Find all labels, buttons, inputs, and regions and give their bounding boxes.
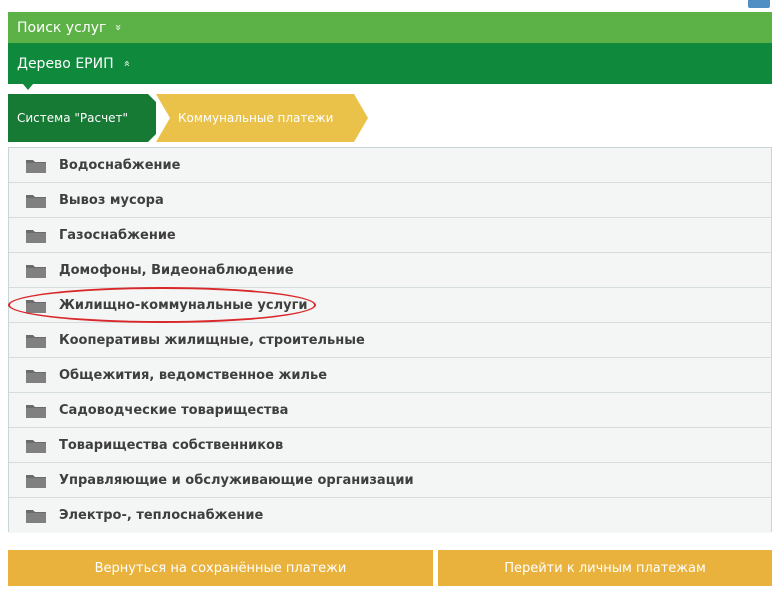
erip-tree-label: Дерево ЕРИП (17, 55, 114, 72)
search-services-toggle[interactable]: Поиск услуг » (8, 12, 772, 43)
list-item-label: Кооперативы жилищные, строительные (59, 333, 365, 348)
list-item-label: Садоводческие товарищества (59, 403, 289, 418)
breadcrumb-item-system[interactable]: Система "Расчет" (8, 94, 148, 142)
list-item-label: Электро-, теплоснабжение (59, 508, 264, 523)
list-item-label: Вывоз мусора (59, 193, 164, 208)
list-item[interactable]: Управляющие и обслуживающие организации (9, 463, 771, 498)
saved-payments-button[interactable]: Вернуться на сохранённые платежи (8, 550, 433, 586)
folder-icon (26, 300, 46, 313)
list-item-label: Водоснабжение (59, 158, 181, 173)
folder-icon (26, 230, 46, 243)
breadcrumb: Система "Расчет" Коммунальные платежи (8, 94, 772, 142)
list-item-label: Жилищно-коммунальные услуги (59, 298, 308, 313)
folder-icon (26, 370, 46, 383)
breadcrumb-arrow (354, 94, 368, 142)
chevron-up-icon: » (119, 60, 133, 67)
list-item[interactable]: Газоснабжение (9, 218, 771, 253)
list-item-label: Общежития, ведомственное жилье (59, 368, 328, 383)
service-category-list: Водоснабжение Вывоз мусора Газоснабжение… (8, 147, 772, 533)
folder-icon (26, 265, 46, 278)
list-item[interactable]: Водоснабжение (9, 148, 771, 183)
chevron-down-icon: » (112, 24, 126, 31)
personal-payments-button[interactable]: Перейти к личным платежам (438, 550, 772, 586)
list-item[interactable]: Садоводческие товарищества (9, 393, 771, 428)
breadcrumb-label: Система "Расчет" (17, 111, 129, 125)
search-services-label: Поиск услуг (17, 19, 107, 36)
erip-tree-toggle[interactable]: Дерево ЕРИП » (8, 43, 772, 84)
pointer-icon (23, 84, 33, 90)
breadcrumb-label: Коммунальные платежи (178, 111, 334, 125)
list-item-label: Газоснабжение (59, 228, 176, 243)
list-item[interactable]: Товарищества собственников (9, 428, 771, 463)
list-item[interactable]: Кооперативы жилищные, строительные (9, 323, 771, 358)
folder-icon (26, 160, 46, 173)
list-item[interactable]: Домофоны, Видеонаблюдение (9, 253, 771, 288)
folder-icon (26, 195, 46, 208)
list-item[interactable]: Вывоз мусора (9, 183, 771, 218)
list-item-label: Управляющие и обслуживающие организации (59, 473, 414, 488)
folder-icon (26, 335, 46, 348)
list-item-label: Домофоны, Видеонаблюдение (59, 263, 294, 278)
list-item[interactable]: Электро-, теплоснабжение (9, 498, 771, 533)
folder-icon (26, 475, 46, 488)
list-item-housing-utilities[interactable]: Жилищно-коммунальные услуги (9, 288, 771, 323)
list-item-label: Товарищества собственников (59, 438, 284, 453)
folder-icon (26, 440, 46, 453)
breadcrumb-item-utilities[interactable]: Коммунальные платежи (156, 94, 354, 142)
breadcrumb-notch (156, 94, 170, 142)
list-item[interactable]: Общежития, ведомственное жилье (9, 358, 771, 393)
folder-icon (26, 405, 46, 418)
corner-icon[interactable] (748, 0, 770, 8)
folder-icon (26, 510, 46, 523)
